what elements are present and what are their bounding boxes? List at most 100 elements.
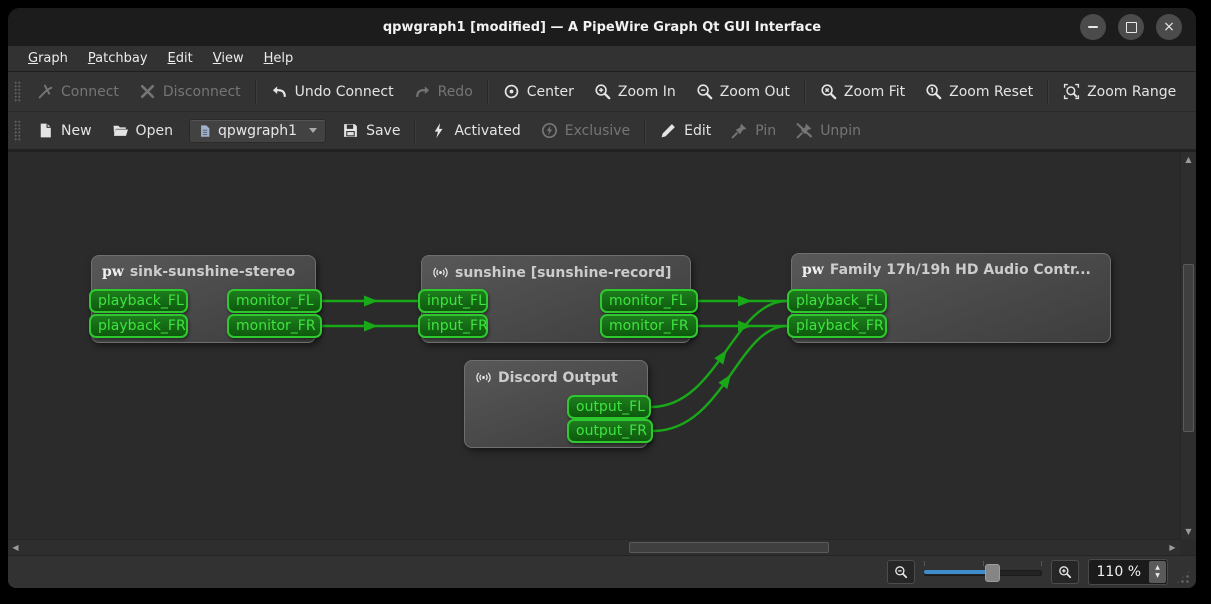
connect-label: Connect <box>61 84 119 100</box>
toolbar-separator <box>255 80 257 104</box>
node-title: sink-sunshine-stereo <box>130 264 295 280</box>
toolbar-separator <box>1047 80 1049 104</box>
zoom-range-button[interactable]: Zoom Range <box>1053 77 1186 106</box>
zoom-slider[interactable] <box>924 563 1042 581</box>
zoom-out-icon <box>696 83 713 100</box>
new-button[interactable]: New <box>27 116 102 145</box>
status-bar: 110 % ▲ ▼ <box>8 555 1196 588</box>
undo-connect-label: Undo Connect <box>295 84 394 100</box>
vertical-scrollbar-thumb[interactable] <box>1183 264 1194 432</box>
menu-edit[interactable]: Edit <box>158 48 203 69</box>
unpin-icon <box>796 122 813 139</box>
open-folder-icon <box>112 122 129 139</box>
graph-canvas[interactable]: pw sink-sunshine-stereo playback_FL play… <box>8 152 1180 539</box>
exclusive-button[interactable]: Exclusive <box>531 116 640 145</box>
pin-button[interactable]: Pin <box>721 116 786 145</box>
spinbox-buttons[interactable]: ▲ ▼ <box>1149 561 1166 583</box>
patchbay-selector[interactable]: qpwgraph1 <box>189 119 326 143</box>
pipewire-icon: pw <box>802 263 824 277</box>
connect-button[interactable]: Connect <box>27 77 129 106</box>
edit-button[interactable]: Edit <box>650 116 721 145</box>
port-output[interactable]: output_FR <box>567 419 653 443</box>
redo-label: Redo <box>438 84 473 100</box>
zoom-in-icon <box>1058 565 1072 579</box>
exclusive-icon <box>541 122 558 139</box>
zoom-fit-button[interactable]: Zoom Fit <box>810 77 915 106</box>
status-zoom-out-button[interactable] <box>887 560 915 584</box>
unpin-label: Unpin <box>820 123 861 139</box>
pin-icon <box>731 122 748 139</box>
scroll-up-button[interactable]: ▲ <box>1181 152 1196 167</box>
port-input[interactable]: playback_FR <box>89 314 188 338</box>
vertical-scrollbar[interactable]: ▲ ▼ <box>1180 152 1196 539</box>
broadcast-icon <box>475 369 492 386</box>
broadcast-icon <box>432 264 449 281</box>
zoom-slider-handle[interactable] <box>985 564 1000 582</box>
zoom-out-icon <box>894 565 908 579</box>
node-header: Discord Output <box>465 361 647 394</box>
zoom-in-button[interactable]: Zoom In <box>584 77 686 106</box>
scroll-left-button[interactable]: ◀ <box>8 540 23 555</box>
undo-connect-button[interactable]: Undo Connect <box>261 77 404 106</box>
port-input[interactable]: playback_FL <box>89 289 188 313</box>
port-output[interactable]: monitor_FL <box>227 289 322 313</box>
zoom-in-label: Zoom In <box>618 84 676 100</box>
spin-up-icon[interactable]: ▲ <box>1155 564 1160 572</box>
toolbar-separator <box>414 119 416 143</box>
scroll-down-button[interactable]: ▼ <box>1181 524 1196 539</box>
redo-button[interactable]: Redo <box>404 77 483 106</box>
disconnect-button[interactable]: Disconnect <box>129 77 251 106</box>
window-resize-grip[interactable] <box>1175 569 1191 585</box>
open-label: Open <box>136 123 173 139</box>
window-controls: × <box>1080 14 1182 40</box>
close-button[interactable]: × <box>1156 14 1182 40</box>
center-button[interactable]: Center <box>493 77 584 106</box>
port-output[interactable]: monitor_FR <box>227 314 322 338</box>
zoom-reset-label: Zoom Reset <box>949 84 1033 100</box>
scroll-right-button[interactable]: ▶ <box>1165 540 1180 555</box>
menu-help[interactable]: Help <box>254 48 304 69</box>
node-header: pw Family 17h/19h HD Audio Contr... <box>792 254 1110 286</box>
toolbar-drag-handle[interactable] <box>14 81 21 103</box>
maximize-icon <box>1126 22 1137 33</box>
port-output[interactable]: output_FL <box>567 395 651 419</box>
toolbar-separator <box>487 80 489 104</box>
unpin-button[interactable]: Unpin <box>786 116 871 145</box>
port-input[interactable]: input_FR <box>418 314 488 338</box>
node-title: Family 17h/19h HD Audio Contr... <box>830 262 1091 278</box>
menu-graph[interactable]: Graph <box>18 48 78 69</box>
center-label: Center <box>527 84 574 100</box>
patchbay-file-icon <box>198 124 212 138</box>
horizontal-scrollbar[interactable]: ◀ ▶ <box>8 539 1180 555</box>
spin-down-icon[interactable]: ▼ <box>1155 572 1160 580</box>
zoom-reset-button[interactable]: Zoom Reset <box>915 77 1043 106</box>
port-input[interactable]: playback_FL <box>787 289 887 313</box>
chevron-down-icon <box>309 128 317 133</box>
open-button[interactable]: Open <box>102 116 183 145</box>
maximize-button[interactable] <box>1118 14 1144 40</box>
disconnect-icon <box>139 83 156 100</box>
port-output[interactable]: monitor_FL <box>600 289 698 313</box>
port-input[interactable]: playback_FR <box>787 314 887 338</box>
zoom-fit-icon <box>820 83 837 100</box>
title-bar[interactable]: qpwgraph1 [modified] — A PipeWire Graph … <box>8 8 1196 46</box>
zoom-out-button[interactable]: Zoom Out <box>686 77 800 106</box>
new-file-icon <box>37 122 54 139</box>
activated-button[interactable]: Activated <box>420 116 530 145</box>
connections-layer <box>8 152 1180 539</box>
menu-view[interactable]: View <box>203 48 254 69</box>
menu-bar: Graph Patchbay Edit View Help <box>8 46 1196 72</box>
save-button[interactable]: Save <box>332 116 410 145</box>
port-output[interactable]: monitor_FR <box>600 314 698 338</box>
port-input[interactable]: input_FL <box>418 289 488 313</box>
close-icon: × <box>1163 20 1175 34</box>
horizontal-scrollbar-thumb[interactable] <box>629 542 829 553</box>
zoom-percent-spinbox[interactable]: 110 % ▲ ▼ <box>1088 559 1168 585</box>
minimize-button[interactable] <box>1080 14 1106 40</box>
menu-patchbay[interactable]: Patchbay <box>78 48 158 69</box>
slider-tick <box>924 561 925 566</box>
edit-pencil-icon <box>660 122 677 139</box>
status-zoom-in-button[interactable] <box>1051 560 1079 584</box>
toolbar-drag-handle[interactable] <box>14 120 21 142</box>
new-label: New <box>61 123 92 139</box>
